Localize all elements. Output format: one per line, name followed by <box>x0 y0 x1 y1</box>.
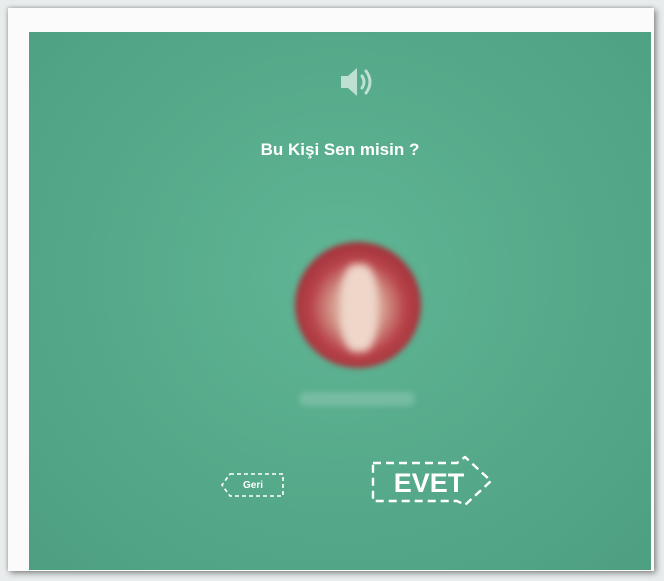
avatar-face <box>340 264 378 352</box>
back-button[interactable]: Geri <box>220 471 286 499</box>
yes-button-label: EVET <box>393 467 465 498</box>
profile-name-blurred <box>299 392 415 406</box>
yes-button[interactable]: EVET <box>369 455 495 511</box>
back-button-label: Geri <box>242 479 263 491</box>
question-title: Bu Kişi Sen misin ? <box>260 140 420 159</box>
profile-avatar[interactable] <box>295 242 421 368</box>
speaker-icon[interactable] <box>335 62 383 102</box>
profile-confirm-panel: Bu Kişi Sen misin ? Geri EVET <box>29 32 651 570</box>
content-frame: Bu Kişi Sen misin ? Geri EVET <box>8 8 654 571</box>
